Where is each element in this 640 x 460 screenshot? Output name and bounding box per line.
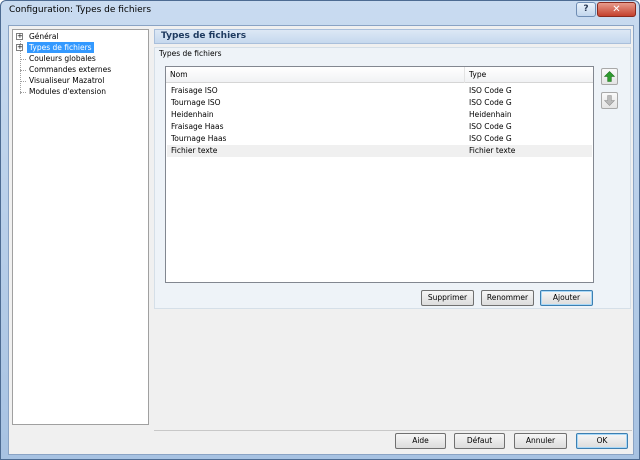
settings-tree[interactable]: + Général + Types de fichiers Couleurs g… (12, 29, 149, 425)
panel-header: Types de fichiers (154, 29, 631, 44)
tree-item-couleurs-globales[interactable]: Couleurs globales (27, 53, 98, 64)
table-row[interactable]: Tournage ISO ISO Code G (167, 97, 592, 109)
cancel-button[interactable]: Annuler (514, 433, 567, 449)
cell-name: Fichier texte (171, 146, 218, 155)
tree-connector (20, 81, 26, 82)
cell-type: ISO Code G (469, 134, 512, 143)
table-row[interactable]: Fraisage ISO ISO Code G (167, 85, 592, 97)
add-button[interactable]: Ajouter (540, 290, 593, 306)
cell-name: Tournage ISO (171, 98, 221, 107)
expand-icon[interactable]: + (16, 44, 23, 51)
tree-connector (20, 92, 26, 93)
cell-type: ISO Code G (469, 98, 512, 107)
cell-type: ISO Code G (469, 86, 512, 95)
help-title-button[interactable]: ? (576, 2, 596, 17)
table-row-selected[interactable]: Fichier texte Fichier texte (167, 145, 592, 157)
footer-divider (154, 430, 632, 431)
ok-button[interactable]: OK (576, 433, 628, 449)
tree-item-modules-extension[interactable]: Modules d'extension (27, 86, 108, 97)
tree-item-types-de-fichiers[interactable]: Types de fichiers (27, 42, 94, 53)
tree-item-general[interactable]: Général (27, 31, 61, 42)
tree-connector (20, 59, 26, 60)
move-up-button[interactable] (601, 68, 618, 85)
table-row[interactable]: Fraisage Haas ISO Code G (167, 121, 592, 133)
cell-name: Fraisage ISO (171, 86, 218, 95)
default-button[interactable]: Défaut (454, 433, 505, 449)
help-button[interactable]: Aide (395, 433, 446, 449)
tree-item-visualiseur-mazatrol[interactable]: Visualiseur Mazatrol (27, 75, 106, 86)
tree-item-commandes-externes[interactable]: Commandes externes (27, 64, 113, 75)
window-title: Configuration: Types de fichiers (9, 5, 152, 15)
cell-type: ISO Code G (469, 122, 512, 131)
list-header: Nom Type (166, 67, 593, 83)
arrow-up-icon (604, 71, 615, 82)
cell-type: Fichier texte (469, 146, 516, 155)
dialog-window: Configuration: Types de fichiers ? ✕ + G… (0, 0, 640, 460)
title-bar[interactable]: Configuration: Types de fichiers ? ✕ (1, 1, 639, 23)
expand-icon[interactable]: + (16, 33, 23, 40)
delete-button[interactable]: Supprimer (421, 290, 474, 306)
cell-name: Heidenhain (171, 110, 214, 119)
close-button[interactable]: ✕ (597, 2, 636, 17)
column-header-type[interactable]: Type (469, 70, 486, 79)
dialog-client-area: + Général + Types de fichiers Couleurs g… (8, 25, 634, 455)
move-down-button[interactable] (601, 92, 618, 109)
column-divider[interactable] (464, 67, 465, 83)
group-label: Types de fichiers (159, 49, 222, 58)
cell-name: Tournage Haas (171, 134, 227, 143)
file-types-group: Types de fichiers Nom Type Fraisage ISO … (154, 47, 631, 309)
tree-connector (20, 70, 26, 71)
file-types-list[interactable]: Nom Type Fraisage ISO ISO Code G Tournag… (165, 66, 594, 283)
table-row[interactable]: Tournage Haas ISO Code G (167, 133, 592, 145)
cell-name: Fraisage Haas (171, 122, 224, 131)
table-row[interactable]: Heidenhain Heidenhain (167, 109, 592, 121)
column-header-nom[interactable]: Nom (170, 70, 188, 79)
arrow-down-icon (604, 95, 615, 106)
panel-title: Types de fichiers (161, 31, 247, 41)
rename-button[interactable]: Renommer (481, 290, 534, 306)
cell-type: Heidenhain (469, 110, 512, 119)
